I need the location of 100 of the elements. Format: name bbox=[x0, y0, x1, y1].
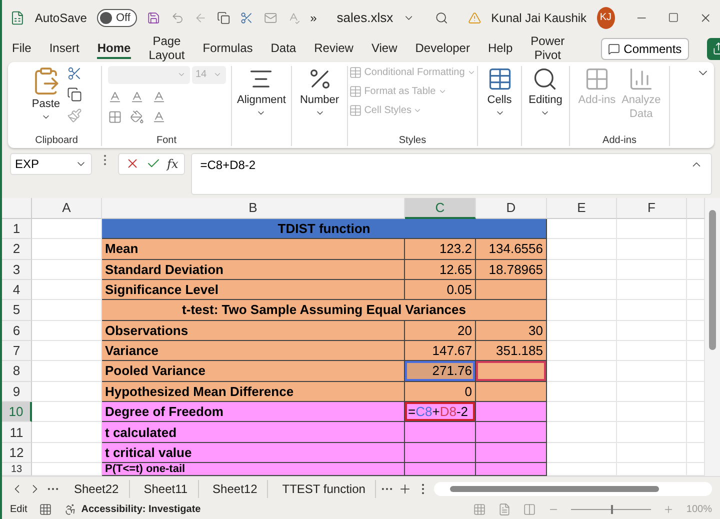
maximize-icon[interactable] bbox=[668, 11, 679, 24]
empty-cell bbox=[687, 361, 705, 382]
alignment-button[interactable]: Alignment bbox=[237, 66, 286, 118]
copy-icon[interactable] bbox=[217, 10, 230, 26]
row-header[interactable]: 8 bbox=[2, 361, 32, 382]
row-header[interactable]: 12 bbox=[2, 442, 32, 464]
mode-indicator: Edit bbox=[10, 504, 28, 515]
vertical-scrollbar[interactable] bbox=[705, 198, 720, 476]
group-label: Clipboard bbox=[34, 134, 79, 146]
sheet-tab[interactable]: Sheet12 bbox=[202, 480, 268, 498]
ribbon-tab[interactable]: Power Pivot bbox=[530, 32, 565, 66]
row-header[interactable]: 6 bbox=[2, 320, 32, 341]
scrollbar-thumb[interactable] bbox=[450, 486, 660, 492]
normal-view-icon[interactable] bbox=[473, 503, 486, 516]
speech-bubble-icon bbox=[608, 42, 620, 55]
borders-icon[interactable] bbox=[108, 110, 122, 124]
horizontal-scrollbar[interactable] bbox=[434, 482, 712, 496]
scissors-icon[interactable] bbox=[67, 66, 82, 81]
bar-chart-icon bbox=[628, 66, 654, 92]
ribbon-tab[interactable]: Data bbox=[270, 38, 296, 59]
column-header[interactable]: C bbox=[405, 198, 476, 219]
page-layout-icon[interactable] bbox=[498, 503, 512, 516]
row-header[interactable]: 2 bbox=[2, 239, 32, 260]
table-icon bbox=[486, 66, 512, 92]
value-cell: 134.6556 bbox=[476, 239, 547, 260]
comments-button[interactable]: Comments bbox=[600, 38, 689, 60]
row-header[interactable]: 9 bbox=[2, 382, 32, 402]
column-header[interactable]: F bbox=[617, 198, 687, 219]
accessibility-status[interactable]: Accessibility: Investigate bbox=[81, 504, 201, 515]
warning-icon[interactable] bbox=[468, 10, 482, 26]
page-break-icon[interactable] bbox=[523, 503, 536, 516]
empty-cell bbox=[687, 422, 705, 443]
row-header[interactable]: 5 bbox=[2, 300, 32, 321]
sheet-tab[interactable]: TTEST function bbox=[272, 480, 376, 498]
row-header[interactable]: 7 bbox=[2, 340, 32, 362]
label-cell: Mean bbox=[102, 239, 405, 260]
label-cell: t calculated bbox=[102, 422, 405, 443]
save-icon[interactable] bbox=[147, 10, 161, 26]
scissors-icon[interactable] bbox=[240, 10, 254, 26]
zoom-slider-thumb[interactable] bbox=[611, 505, 614, 514]
number-button[interactable]: Number bbox=[300, 66, 340, 118]
value-cell: 0.05 bbox=[405, 280, 476, 300]
ribbon-tab[interactable]: Help bbox=[488, 38, 513, 59]
accessibility-icon[interactable] bbox=[64, 503, 78, 516]
text-size-icon[interactable] bbox=[152, 90, 166, 104]
format-painter-icon[interactable] bbox=[67, 108, 82, 123]
editing-button[interactable]: Editing bbox=[528, 66, 562, 118]
paste-button[interactable]: Paste bbox=[31, 66, 61, 122]
column-header[interactable]: A bbox=[32, 198, 102, 219]
empty-cell bbox=[617, 422, 687, 443]
text-style-icon[interactable] bbox=[130, 90, 144, 104]
add-sheet-icon[interactable] bbox=[398, 482, 412, 496]
sheet-tab[interactable]: Sheet22 bbox=[64, 480, 130, 498]
insert-function[interactable]: fx bbox=[167, 156, 178, 171]
value-cell bbox=[476, 463, 547, 476]
font-name-field[interactable] bbox=[108, 66, 190, 84]
row-header[interactable]: 11 bbox=[2, 422, 32, 443]
more-commands[interactable]: » bbox=[310, 10, 317, 25]
row-header[interactable]: 1 bbox=[2, 218, 32, 240]
row-header[interactable]: 10 bbox=[2, 402, 32, 422]
fill-color-icon[interactable] bbox=[130, 110, 144, 124]
ribbon-tab[interactable]: Developer bbox=[415, 38, 470, 59]
ribbon-tab[interactable]: View bbox=[371, 38, 398, 59]
ribbon-tab[interactable]: File bbox=[12, 38, 32, 59]
formula-field[interactable]: =C8+D8-2 bbox=[191, 152, 712, 195]
search-icon[interactable] bbox=[434, 10, 448, 26]
zoom-in-icon[interactable] bbox=[663, 504, 674, 515]
copy-icon[interactable] bbox=[67, 86, 82, 102]
row-header[interactable]: 3 bbox=[2, 260, 32, 280]
value-cell bbox=[405, 442, 476, 464]
text-style-icon[interactable] bbox=[108, 90, 122, 104]
vertical-scrollbar-thumb[interactable] bbox=[709, 210, 716, 350]
group-label: Styles bbox=[398, 134, 428, 146]
row-header[interactable]: 13 bbox=[2, 463, 32, 476]
row-header[interactable]: 4 bbox=[2, 280, 32, 300]
ribbon-tab[interactable]: Insert bbox=[49, 38, 80, 59]
user-avatar[interactable]: KJ bbox=[596, 6, 615, 29]
value-cell: 18.78965 bbox=[476, 260, 547, 280]
empty-cell bbox=[617, 442, 687, 464]
autosave-toggle[interactable]: Off bbox=[96, 8, 138, 27]
name-box[interactable]: EXP bbox=[10, 152, 92, 175]
file-name[interactable]: sales.xlsx bbox=[336, 10, 394, 26]
empty-cell bbox=[617, 340, 687, 362]
column-header[interactable]: B bbox=[102, 198, 405, 219]
sheet-tab[interactable]: Sheet11 bbox=[134, 480, 199, 498]
ribbon-tab[interactable]: Review bbox=[314, 38, 354, 59]
table-icon bbox=[349, 84, 362, 98]
label-cell: Observations bbox=[102, 320, 405, 341]
empty-cell bbox=[687, 260, 705, 280]
ribbon-tab[interactable]: Formulas bbox=[202, 38, 253, 59]
editing-cell[interactable]: =C8+D8-2 bbox=[405, 402, 476, 422]
value-cell: 30 bbox=[476, 320, 547, 341]
font-color-icon[interactable] bbox=[152, 110, 166, 124]
macro-recorder-icon[interactable] bbox=[39, 503, 52, 516]
value-cell: 0 bbox=[405, 382, 476, 402]
ribbon-tab[interactable]: Page Layout bbox=[148, 32, 185, 66]
column-header[interactable]: E bbox=[547, 198, 617, 219]
column-header[interactable]: D bbox=[476, 198, 547, 219]
ribbon-tab[interactable]: Home bbox=[97, 38, 131, 59]
cells-button[interactable]: Cells bbox=[486, 66, 512, 118]
